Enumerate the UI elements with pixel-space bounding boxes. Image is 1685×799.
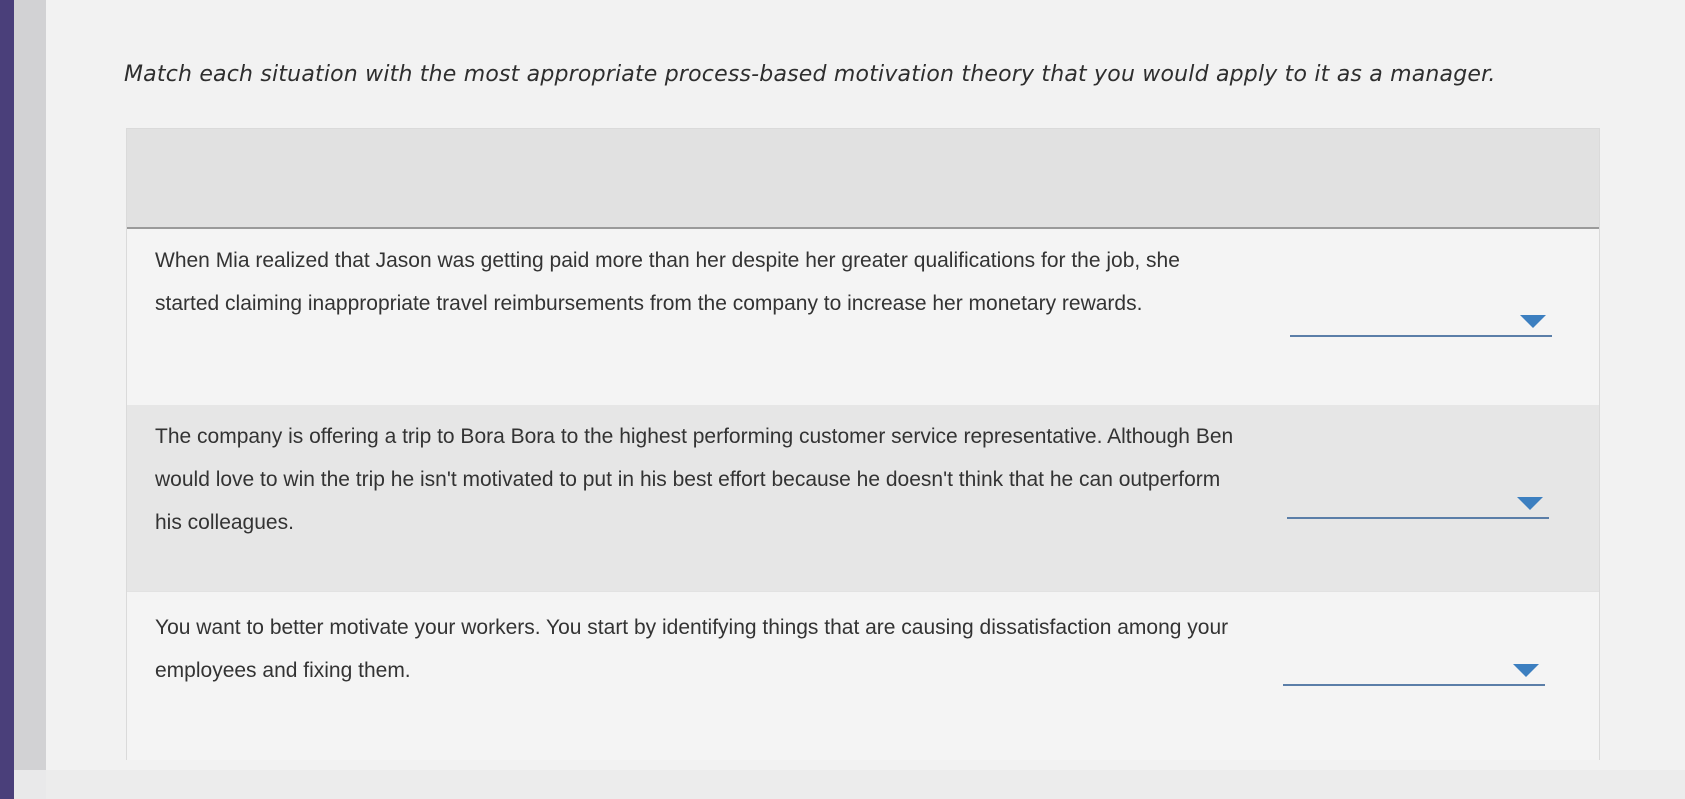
theory-dropdown[interactable] [1287, 489, 1549, 519]
caret-down-icon[interactable] [1513, 664, 1539, 677]
situation-text: You want to better motivate your workers… [155, 616, 1229, 682]
matching-row: When Mia realized that Jason was getting… [127, 229, 1599, 405]
table-header [127, 129, 1599, 229]
window-left-edge [0, 0, 14, 799]
question-instruction: Match each situation with the most appro… [124, 62, 1496, 87]
matching-row: The company is offering a trip to Bora B… [127, 405, 1599, 591]
page-bottom-area [46, 770, 1685, 799]
situation-text: When Mia realized that Jason was getting… [155, 249, 1180, 315]
left-gutter [14, 0, 46, 770]
caret-down-icon[interactable] [1517, 497, 1543, 510]
theory-dropdown[interactable] [1283, 656, 1545, 686]
matching-table: When Mia realized that Jason was getting… [126, 128, 1600, 760]
matching-row: You want to better motivate your workers… [127, 591, 1599, 760]
theory-dropdown[interactable] [1290, 307, 1552, 337]
caret-down-icon[interactable] [1520, 315, 1546, 328]
situation-text: The company is offering a trip to Bora B… [155, 425, 1234, 534]
